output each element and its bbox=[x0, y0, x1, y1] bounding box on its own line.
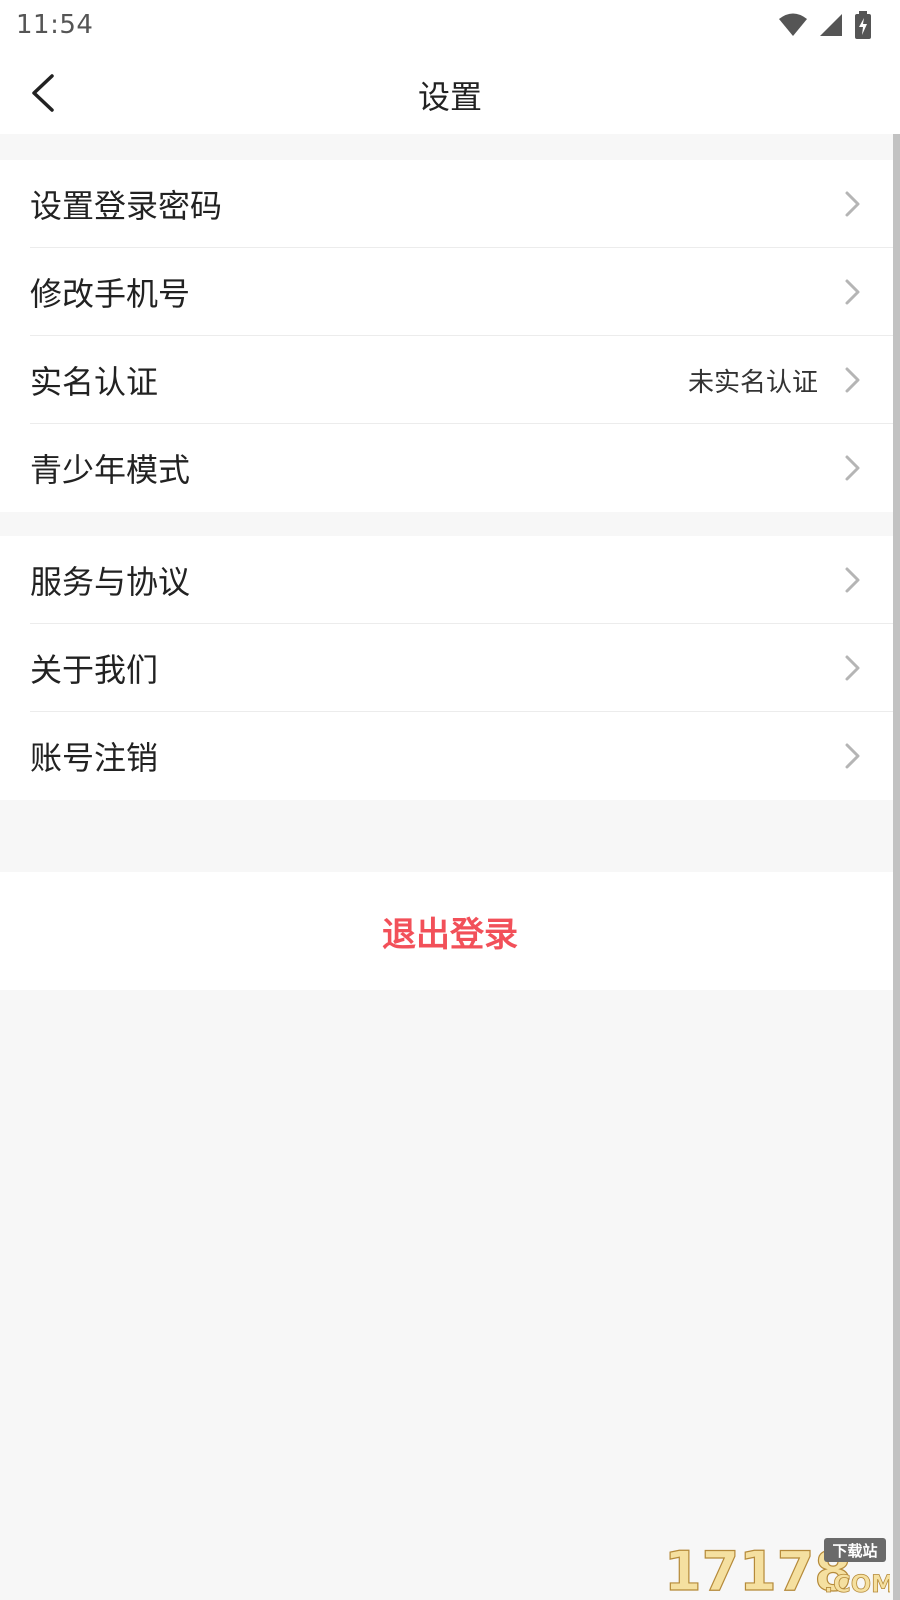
status-time: 11:54 bbox=[16, 10, 94, 40]
battery-charging-icon bbox=[855, 11, 871, 39]
nav-bar: 设置 bbox=[0, 50, 900, 134]
signal-icon bbox=[820, 14, 842, 36]
chevron-right-icon bbox=[845, 743, 860, 769]
settings-item-label: 账号注销 bbox=[30, 739, 159, 777]
settings-item-teen-mode[interactable]: 青少年模式 bbox=[0, 424, 900, 512]
settings-item-label: 关于我们 bbox=[30, 651, 159, 689]
chevron-right-icon bbox=[845, 367, 860, 393]
logout-label: 退出登录 bbox=[382, 914, 518, 955]
verification-status: 未实名认证 bbox=[687, 367, 818, 398]
watermark-logo: 17178 下载站 .COM bbox=[663, 1538, 890, 1596]
settings-item-service-agreement[interactable]: 服务与协议 bbox=[0, 536, 900, 624]
status-icons bbox=[778, 10, 872, 40]
settings-item-label: 实名认证 bbox=[30, 363, 159, 401]
settings-item-login-password[interactable]: 设置登录密码 bbox=[0, 160, 900, 248]
logout-button[interactable]: 退出登录 bbox=[0, 872, 900, 990]
settings-item-label: 修改手机号 bbox=[30, 275, 191, 313]
chevron-right-icon bbox=[845, 191, 860, 217]
settings-item-change-phone[interactable]: 修改手机号 bbox=[0, 248, 900, 336]
watermark-sub-text: 下载站 bbox=[832, 1542, 877, 1560]
chevron-right-icon bbox=[845, 455, 860, 481]
settings-item-delete-account[interactable]: 账号注销 bbox=[0, 712, 900, 800]
settings-item-about-us[interactable]: 关于我们 bbox=[0, 624, 900, 712]
settings-group-about: 服务与协议 关于我们 账号注销 bbox=[0, 536, 900, 800]
status-bar: 11:54 bbox=[0, 0, 900, 50]
chevron-right-icon bbox=[845, 279, 860, 305]
settings-group-account: 设置登录密码 修改手机号 实名认证 未实名认证 青少年模式 bbox=[0, 160, 900, 512]
settings-item-label: 服务与协议 bbox=[30, 563, 191, 601]
settings-item-label: 青少年模式 bbox=[30, 451, 191, 489]
wifi-icon bbox=[779, 13, 807, 36]
chevron-right-icon bbox=[845, 655, 860, 681]
settings-item-real-name-verification[interactable]: 实名认证 未实名认证 bbox=[0, 336, 900, 424]
watermark-domain-text: .COM bbox=[824, 1570, 890, 1596]
page-title: 设置 bbox=[417, 78, 482, 116]
settings-item-label: 设置登录密码 bbox=[30, 187, 223, 225]
chevron-right-icon bbox=[845, 567, 860, 593]
scrollbar[interactable] bbox=[893, 134, 900, 1600]
